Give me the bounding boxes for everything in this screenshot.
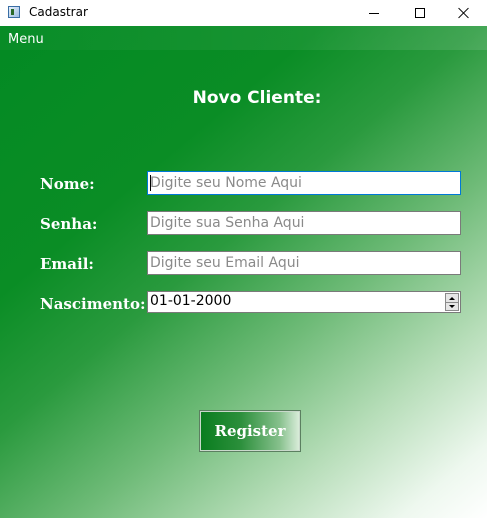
senha-row: Senha: (40, 211, 461, 235)
nome-label: Nome: (40, 175, 95, 193)
close-icon (458, 7, 470, 19)
senha-input[interactable] (147, 211, 461, 235)
senha-label: Senha: (40, 215, 98, 233)
form-heading: Novo Cliente: (192, 88, 322, 108)
nome-input[interactable] (147, 171, 461, 195)
minimize-button[interactable] (351, 0, 397, 26)
window-title: Cadastrar (29, 5, 88, 19)
client-area: Menu Novo Cliente: Nome: Senha: Email: N… (0, 26, 487, 518)
window-app-icon (8, 6, 20, 18)
email-label: Email: (40, 255, 94, 273)
nascimento-label: Nascimento: (40, 295, 146, 313)
arrow-up-icon (449, 296, 455, 300)
nascimento-date-value[interactable]: 01-01-2000 (150, 293, 231, 309)
date-spinner (445, 293, 459, 311)
close-button[interactable] (441, 0, 487, 26)
register-button[interactable]: Register (199, 410, 301, 452)
minimize-icon (369, 12, 379, 14)
text-caret (150, 175, 151, 191)
maximize-icon (415, 8, 425, 18)
maximize-button[interactable] (397, 0, 443, 26)
nascimento-row: Nascimento: 01-01-2000 (40, 291, 461, 315)
menu-item-menu[interactable]: Menu (8, 32, 44, 47)
nome-row: Nome: (40, 171, 461, 195)
email-input[interactable] (147, 251, 461, 275)
nascimento-date-picker[interactable]: 01-01-2000 (147, 291, 461, 313)
registration-form: Nome: Senha: Email: Nascimento: 01-01-20… (40, 166, 461, 322)
email-row: Email: (40, 251, 461, 275)
menu-bar: Menu (0, 26, 487, 50)
spin-down-button[interactable] (446, 302, 458, 310)
title-bar[interactable]: Cadastrar (0, 0, 487, 26)
arrow-down-icon (449, 304, 455, 308)
app-window: Cadastrar Menu Novo Cliente: Nome: Senha… (0, 0, 487, 518)
